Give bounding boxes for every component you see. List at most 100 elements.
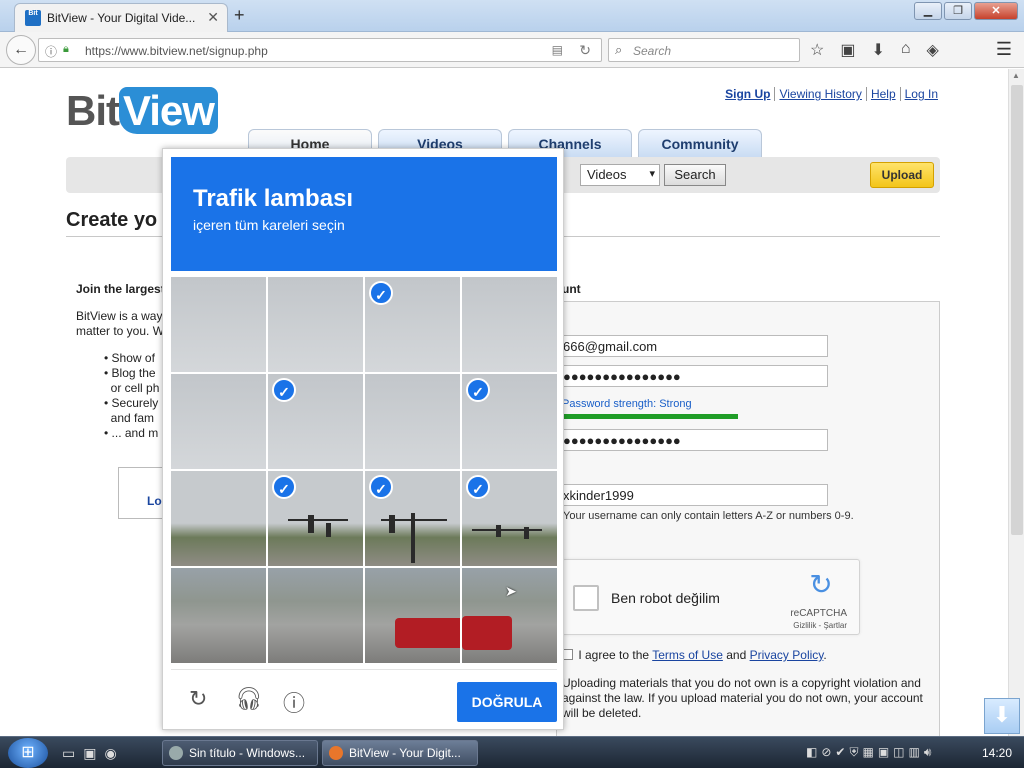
system-tray: ◧ ⊘ ✔ ⛨ ▦ ▣ ◫ ▥ 🔊︎ <box>806 745 931 760</box>
recaptcha-logo-icon: ↻ <box>809 569 833 600</box>
tray-icon[interactable]: ▣ <box>878 745 889 760</box>
close-window-button[interactable]: ✕ <box>974 2 1018 20</box>
help-link[interactable]: Help <box>866 87 901 101</box>
account-heading: unt <box>562 282 581 296</box>
explorer-icon[interactable]: ▣ <box>83 745 96 762</box>
tray-icon[interactable]: ⊘ <box>821 745 831 760</box>
mouse-cursor-icon: ➤ <box>505 583 517 599</box>
captcha-tile[interactable]: ✓ <box>365 471 460 566</box>
firefox-icon[interactable]: ◉ <box>104 745 116 762</box>
download-arrow-icon[interactable]: ⬇ <box>984 698 1020 734</box>
privacy-link[interactable]: Privacy Policy <box>750 648 824 662</box>
info-icon[interactable]: ⓘ <box>283 686 305 718</box>
pocket-icon[interactable]: ◈ <box>927 40 939 60</box>
home-icon[interactable]: ⌂ <box>901 40 911 60</box>
terms-link[interactable]: Terms of Use <box>652 648 723 662</box>
captcha-tile[interactable]: ✓ <box>462 471 557 566</box>
tray-icon[interactable]: ▦ <box>862 745 873 760</box>
login-box-link[interactable]: Lo <box>147 494 162 508</box>
scroll-thumb[interactable] <box>1011 85 1023 535</box>
network-icon[interactable]: ▥ <box>909 745 920 760</box>
tray-icon[interactable]: ⛨ <box>849 745 858 760</box>
notepad-icon <box>169 746 183 760</box>
bookmarks-list-icon[interactable]: ▣ <box>840 40 855 60</box>
tray-icon[interactable]: ◫ <box>893 745 904 760</box>
hamburger-menu-icon[interactable]: ☰ <box>996 39 1012 60</box>
task-label: BitView - Your Digit... <box>349 746 461 760</box>
search-category-select[interactable]: Videos <box>580 164 660 186</box>
recaptcha-widget: Ben robot değilim ↻ reCAPTCHA Gizlilik -… <box>562 559 860 635</box>
login-link[interactable]: Log In <box>901 87 942 101</box>
list-item: • ... and m <box>104 426 159 440</box>
captcha-tile[interactable]: ✓ <box>268 471 363 566</box>
back-button[interactable]: ← <box>6 35 36 65</box>
captcha-challenge-dialog: Trafik lambası içeren tüm kareleri seçin… <box>162 148 564 730</box>
minimize-button[interactable]: ▁ <box>914 2 942 20</box>
task-label: Sin título - Windows... <box>189 746 306 760</box>
captcha-tile[interactable]: ✓ <box>462 374 557 469</box>
tray-icon[interactable]: ✔ <box>835 745 845 760</box>
url-text[interactable]: https://www.bitview.net/signup.php <box>85 44 268 58</box>
captcha-tile[interactable] <box>462 277 557 372</box>
captcha-tile[interactable] <box>365 568 460 663</box>
viewing-history-link[interactable]: Viewing History <box>775 87 867 101</box>
upload-button[interactable]: Upload <box>870 162 934 188</box>
tray-icon[interactable]: ◧ <box>806 745 817 760</box>
bitview-logo[interactable]: BitView <box>66 87 218 135</box>
username-hint: Your username can only contain letters A… <box>563 510 854 522</box>
captcha-tile[interactable] <box>171 568 266 663</box>
tab-close-icon[interactable]: ✕ <box>207 9 219 26</box>
restore-button[interactable]: ❐ <box>944 2 972 20</box>
recaptcha-brand: reCAPTCHA <box>790 608 847 619</box>
agree-suffix: . <box>823 648 827 662</box>
taskbar-item-firefox[interactable]: BitView - Your Digit... <box>322 740 478 766</box>
confirm-password-field[interactable]: ●●●●●●●●●●●●●●● <box>558 429 828 451</box>
username-field[interactable]: xkinder1999 <box>558 484 828 506</box>
captcha-tile[interactable] <box>171 277 266 372</box>
signup-link[interactable]: Sign Up <box>721 87 776 101</box>
scroll-up-icon[interactable]: ▲ <box>1012 71 1020 80</box>
reload-icon[interactable]: ↻ <box>579 42 591 59</box>
show-desktop-icon[interactable]: ▭ <box>62 745 75 762</box>
captcha-tile[interactable]: ✓ <box>365 277 460 372</box>
new-tab-icon[interactable]: + <box>234 5 245 26</box>
clock[interactable]: 14:20 <box>982 746 1012 760</box>
captcha-tile[interactable] <box>171 471 266 566</box>
url-bar[interactable]: ⓘ 🔒︎ https://www.bitview.net/signup.php … <box>38 38 602 62</box>
verify-button[interactable]: DOĞRULA <box>457 682 557 722</box>
page-title: Create yo <box>66 209 158 231</box>
captcha-tile[interactable] <box>268 277 363 372</box>
site-search-button[interactable]: Search <box>664 164 726 186</box>
description-text: BitView is a way matter to you. W <box>76 309 165 338</box>
browser-search-input[interactable]: ⌕ Search <box>608 38 800 62</box>
recaptcha-privacy-link[interactable]: Gizlilik - Şartlar <box>793 621 847 630</box>
reload-captcha-icon[interactable]: ↻ <box>189 686 207 712</box>
page-scrollbar[interactable]: ▲ <box>1008 69 1024 736</box>
captcha-tile[interactable]: ✓ <box>268 374 363 469</box>
agree-and: and <box>726 648 747 662</box>
browser-tab[interactable]: Bit BitView - Your Digital Vide... ✕ <box>14 3 228 32</box>
volume-icon[interactable]: 🔊︎ <box>924 745 932 760</box>
window-controls: ▁ ❐ ✕ <box>914 2 1018 20</box>
favicon-icon: Bit <box>25 10 41 26</box>
tab-title: BitView - Your Digital Vide... <box>47 11 196 25</box>
info-icon[interactable]: ⓘ <box>45 43 57 60</box>
browser-titlebar: Bit BitView - Your Digital Vide... ✕ + ▁… <box>0 0 1024 32</box>
check-icon: ✓ <box>466 475 490 499</box>
audio-headphones-icon[interactable]: 🎧︎ <box>235 686 263 712</box>
download-icon[interactable]: ⬇ <box>871 40 884 60</box>
taskbar-item-notepad[interactable]: Sin título - Windows... <box>162 740 318 766</box>
tab-community[interactable]: Community <box>638 129 762 157</box>
password-field[interactable]: ●●●●●●●●●●●●●●● <box>558 365 828 387</box>
email-field[interactable]: 666@gmail.com <box>558 335 828 357</box>
reader-view-icon[interactable]: ▤ <box>552 43 563 57</box>
search-placeholder: Search <box>633 44 672 58</box>
browser-navbar: ← ⓘ 🔒︎ https://www.bitview.net/signup.ph… <box>0 32 1024 68</box>
captcha-tile[interactable] <box>171 374 266 469</box>
captcha-tile[interactable] <box>268 568 363 663</box>
recaptcha-checkbox[interactable] <box>573 585 599 611</box>
lock-icon: 🔒︎ <box>63 43 69 55</box>
captcha-tile[interactable] <box>365 374 460 469</box>
bookmark-star-icon[interactable]: ☆ <box>810 40 824 60</box>
start-button[interactable]: ⊞ <box>8 738 48 768</box>
